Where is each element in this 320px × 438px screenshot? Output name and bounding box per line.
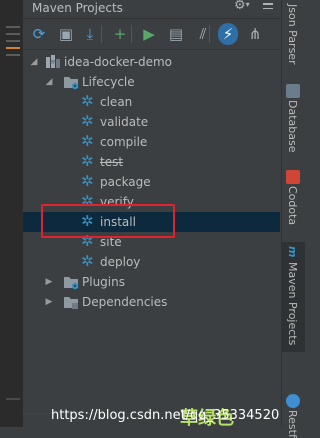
gear-icon: ✲ <box>81 92 94 110</box>
plugins-label: Plugins <box>82 275 125 289</box>
watermark-url: https://blog.csdn.net/qq_35334520 <box>51 408 280 423</box>
tree-row-lifecycle[interactable]: ◢ Lifecycle <box>23 72 280 92</box>
restful-icon <box>286 394 300 408</box>
lifecycle-label: Lifecycle <box>82 75 135 89</box>
folder-gear-icon <box>63 274 79 290</box>
project-label: idea-docker-demo <box>64 55 173 69</box>
maven-project-icon: m <box>45 54 61 70</box>
goal-row-validate[interactable]: ✲ validate <box>23 112 280 132</box>
maven-toolbar: ⟳ ▣ ⤓ + ▶ ▤ ⫽ ⚡ ⋔ <box>23 19 280 50</box>
goal-row-clean[interactable]: ✲ clean <box>23 92 280 112</box>
database-icon <box>286 84 300 98</box>
goal-label: compile <box>100 135 148 149</box>
dependencies-label: Dependencies <box>82 295 168 309</box>
settings-gear-icon[interactable]: ⚙▾ <box>234 0 250 13</box>
right-tool-strip: Json Parser Database Codota m Maven Proj… <box>281 0 305 438</box>
maven-m-icon: m <box>286 246 299 258</box>
gear-icon: ✲ <box>81 172 94 190</box>
reimport-icon[interactable]: ⟳ <box>29 23 49 45</box>
tree-row-plugins[interactable]: ▶ Plugins <box>23 272 280 292</box>
tab-maven-projects[interactable]: m Maven Projects <box>282 242 305 352</box>
gear-icon: ✲ <box>81 132 94 150</box>
editor-line <box>6 398 20 400</box>
run-goal-icon[interactable]: ▶ <box>139 23 159 45</box>
generate-sources-icon[interactable]: ▣ <box>56 23 76 45</box>
goal-row-deploy[interactable]: ✲ deploy <box>23 252 280 272</box>
goal-label: deploy <box>100 255 141 269</box>
collapse-arrow-icon[interactable]: ▶ <box>44 292 54 312</box>
maven-tree: ◢ m idea-docker-demo ◢ Lifecycle ✲ clean ✲… <box>23 50 280 330</box>
execute-goal-icon[interactable]: ▤ <box>166 23 186 45</box>
folder-deps-icon <box>63 294 79 310</box>
expand-arrow-icon[interactable]: ◢ <box>29 52 39 72</box>
tab-codota[interactable]: Codota <box>282 170 305 230</box>
goal-label: package <box>100 175 151 189</box>
editor-line <box>6 33 20 35</box>
editor-line <box>6 40 20 42</box>
tab-json-parser[interactable]: Json Parser <box>282 4 305 70</box>
editor-fragment <box>0 0 23 427</box>
gear-icon: ✲ <box>81 112 94 130</box>
add-project-icon[interactable]: + <box>110 23 130 45</box>
show-dependencies-icon[interactable]: ⋔ <box>245 23 265 45</box>
svg-text:m: m <box>50 59 56 66</box>
hide-panel-icon[interactable] <box>263 0 273 12</box>
editor-line <box>6 54 20 56</box>
expand-arrow-icon[interactable]: ◢ <box>44 72 54 92</box>
folder-gear-icon <box>63 74 79 90</box>
toggle-offline-icon[interactable]: ⫽ <box>193 23 213 45</box>
goal-label: test <box>100 155 124 169</box>
download-sources-icon[interactable]: ⤓ <box>80 23 100 45</box>
panel-titlebar: Maven Projects ⚙▾ <box>23 0 280 19</box>
gear-icon: ✲ <box>81 152 94 170</box>
codota-icon <box>286 170 300 184</box>
panel-title: Maven Projects <box>32 1 123 15</box>
goal-row-compile[interactable]: ✲ compile <box>23 132 280 152</box>
editor-line <box>6 26 20 28</box>
gear-icon: ✲ <box>81 252 94 270</box>
collapse-arrow-icon[interactable]: ▶ <box>44 272 54 292</box>
skip-tests-icon[interactable]: ⚡ <box>218 23 238 45</box>
goal-row-package[interactable]: ✲ package <box>23 172 280 192</box>
goal-label: validate <box>100 115 149 129</box>
tab-database[interactable]: Database <box>282 84 305 153</box>
goal-label: clean <box>100 95 133 109</box>
tab-restful[interactable]: Restf <box>282 392 305 438</box>
editor-line <box>6 47 20 49</box>
tree-row-dependencies[interactable]: ▶ Dependencies <box>23 292 280 312</box>
goal-row-test[interactable]: ✲ test <box>23 152 280 172</box>
annotation-highlight-box <box>41 204 175 238</box>
tree-row-project[interactable]: ◢ m idea-docker-demo <box>23 52 280 72</box>
